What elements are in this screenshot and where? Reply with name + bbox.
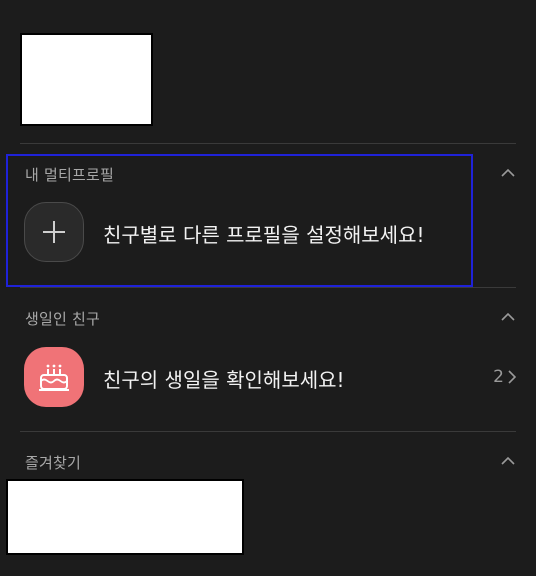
- divider: [20, 287, 516, 288]
- birthday-icon-tile[interactable]: [24, 347, 84, 407]
- my-profile-card[interactable]: [20, 33, 153, 126]
- friends-page: 내 멀티프로필 친구별로 다른 프로필을 설정해보세요! 생일인 친구 친구의 …: [0, 0, 536, 576]
- divider: [20, 143, 516, 144]
- plus-icon: [43, 221, 65, 243]
- section-title-birthday: 생일인 친구: [25, 310, 100, 328]
- section-title-multi-profile: 내 멀티프로필: [25, 166, 114, 184]
- add-multi-profile-button[interactable]: [24, 202, 84, 262]
- chevron-up-icon[interactable]: [500, 312, 516, 322]
- divider: [20, 431, 516, 432]
- favorite-friend-item[interactable]: [6, 479, 244, 555]
- birthday-prompt[interactable]: 친구의 생일을 확인해보세요!: [103, 364, 345, 393]
- chevron-up-icon[interactable]: [500, 168, 516, 178]
- multi-profile-prompt[interactable]: 친구별로 다른 프로필을 설정해보세요!: [103, 219, 425, 248]
- cake-icon: [39, 364, 69, 391]
- birthday-count-link[interactable]: 2: [493, 366, 516, 388]
- chevron-up-icon[interactable]: [500, 456, 516, 466]
- section-title-favorites: 즐겨찾기: [25, 454, 82, 472]
- chevron-right-icon: [508, 370, 516, 384]
- birthday-count: 2: [493, 367, 504, 387]
